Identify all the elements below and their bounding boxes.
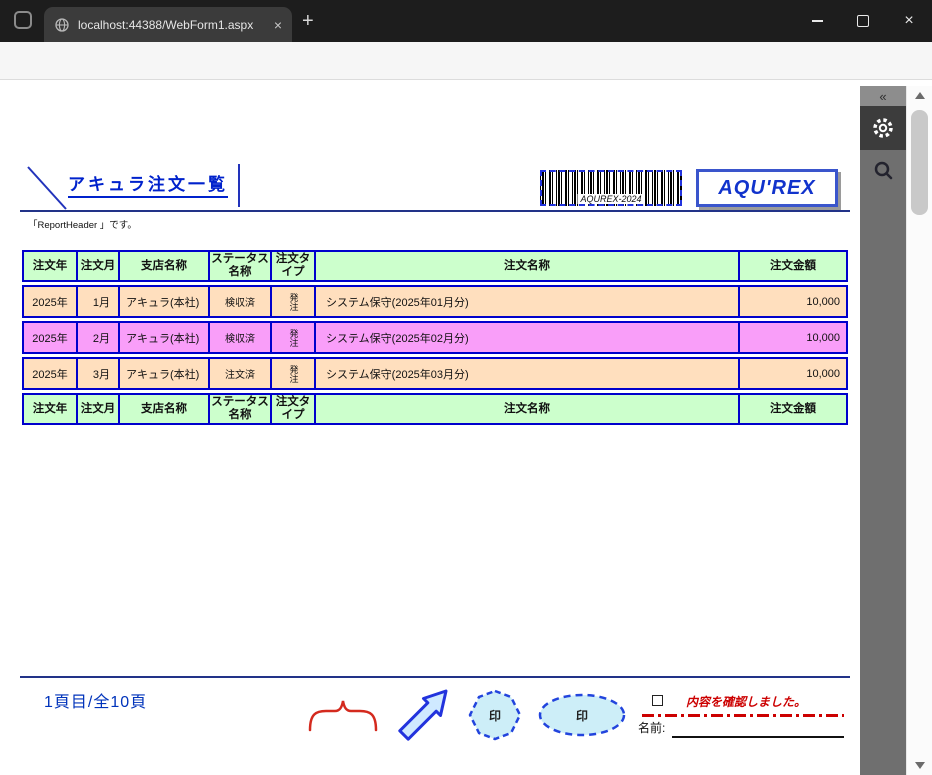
header-cell: 注文タイプ <box>272 395 316 423</box>
browser-tab[interactable]: localhost:44388/WebForm1.aspx × <box>44 7 292 42</box>
cell-order-name: システム保守(2025年01月分) <box>316 287 740 316</box>
tab-actions-icon[interactable] <box>14 11 32 29</box>
name-label: 名前: <box>638 721 666 735</box>
window-controls: × <box>794 0 932 42</box>
cell-branch: アキュラ(本社) <box>120 359 210 388</box>
table-row: 2025年 1月 アキュラ(本社) 検収済 発注 システム保守(2025年01月… <box>22 285 848 318</box>
table-header-row: 注文年 注文月 支店名称 ステータス名称 注文タイプ 注文名称 注文金額 <box>22 250 848 282</box>
search-icon <box>874 161 893 180</box>
barcode: AQUREX-2024 <box>540 170 682 206</box>
confirm-label: 内容を確認しました。 <box>686 695 807 709</box>
report-header-note: 「ReportHeader 」です。 <box>28 220 137 231</box>
cell-branch: アキュラ(本社) <box>120 287 210 316</box>
stamp-label: 印 <box>488 708 501 723</box>
cell-order-name: システム保守(2025年03月分) <box>316 359 740 388</box>
globe-favicon-icon <box>55 17 69 32</box>
header-cell: 支店名称 <box>120 252 210 280</box>
table-row: 2025年 3月 アキュラ(本社) 注文済 発注 システム保守(2025年03月… <box>22 357 848 390</box>
tab-close-icon[interactable]: × <box>274 18 282 32</box>
header-cell: 注文年 <box>24 395 78 423</box>
cell-year: 2025年 <box>24 287 78 316</box>
stamp-label: 印 <box>575 708 588 723</box>
cell-month: 3月 <box>78 359 120 388</box>
sidebar-collapse-icon[interactable]: « <box>860 86 906 106</box>
cell-order-type: 発注 <box>288 292 299 311</box>
order-table: 注文年 注文月 支店名称 ステータス名称 注文タイプ 注文名称 注文金額 202… <box>22 250 848 428</box>
confirm-checkbox <box>652 695 663 706</box>
table-row: 2025年 2月 アキュラ(本社) 検収済 発注 システム保守(2025年02月… <box>22 321 848 354</box>
footer-rule <box>20 676 850 678</box>
barcode-label: AQUREX-2024 <box>577 194 645 204</box>
cell-order-name: システム保守(2025年02月分) <box>316 323 740 352</box>
report-title: アキュラ注文一覧 <box>68 170 228 198</box>
cell-year: 2025年 <box>24 359 78 388</box>
header-cell: 注文タイプ <box>272 252 316 280</box>
report-viewer-toolbar: 1 of 10 ページ全体 <box>0 88 860 220</box>
header-cell: 注文月 <box>78 395 120 423</box>
header-cell: ステータス名称 <box>210 252 272 280</box>
cell-amount: 10,000 <box>806 331 840 344</box>
new-tab-button[interactable]: + <box>302 9 314 33</box>
header-cell: 支店名称 <box>120 395 210 423</box>
arrow-shape <box>398 689 448 741</box>
company-logo: AQU'REX <box>696 169 838 207</box>
header-diagonal-line <box>27 166 67 210</box>
cell-status: 注文済 <box>210 359 272 388</box>
window-minimize-button[interactable] <box>794 0 840 42</box>
settings-gear-button[interactable] <box>860 106 906 150</box>
stamp-hexagon: 印 <box>466 688 524 742</box>
table-footer-header-row: 注文年 注文月 支店名称 ステータス名称 注文タイプ 注文名称 注文金額 <box>22 393 848 425</box>
signature-dash-line <box>642 714 844 717</box>
header-cell: 注文年 <box>24 252 78 280</box>
cell-branch: アキュラ(本社) <box>120 323 210 352</box>
stamp-ellipse: 印 <box>536 691 628 739</box>
tab-title: localhost:44388/WebForm1.aspx <box>78 17 254 32</box>
cell-status: 検収済 <box>210 287 272 316</box>
header-cell: 注文金額 <box>770 259 816 272</box>
report-page: アキュラ注文一覧 AQUREX-2024 AQU'REX 「ReportHead… <box>20 155 852 755</box>
viewer-sidebar: « <box>860 86 906 775</box>
header-cell: 注文名称 <box>316 252 740 280</box>
browser-titlebar: localhost:44388/WebForm1.aspx × + × <box>0 0 932 42</box>
cell-status: 検収済 <box>210 323 272 352</box>
vertical-scrollbar[interactable] <box>906 86 932 775</box>
header-rule <box>20 210 850 212</box>
page-number-footer: 1頁目/全10頁 <box>44 694 148 711</box>
sidebar-search-button[interactable] <box>860 150 906 190</box>
header-cell: 注文金額 <box>770 402 816 415</box>
header-cell: 注文月 <box>78 252 120 280</box>
gear-icon <box>873 118 893 138</box>
scrollbar-thumb[interactable] <box>911 110 928 215</box>
header-separator-line <box>238 164 240 207</box>
cell-month: 2月 <box>78 323 120 352</box>
red-brace-shape <box>308 700 378 732</box>
cell-amount: 10,000 <box>806 295 840 308</box>
name-underline <box>672 736 844 738</box>
header-cell: ステータス名称 <box>210 395 272 423</box>
cell-year: 2025年 <box>24 323 78 352</box>
cell-order-type: 発注 <box>288 328 299 347</box>
window-close-button[interactable]: × <box>886 0 932 42</box>
cell-order-type: 発注 <box>288 364 299 383</box>
scroll-up-icon[interactable] <box>915 92 925 99</box>
cell-amount: 10,000 <box>806 367 840 380</box>
browser-toolbar: https://localhost:44388/WebForm1.aspx A <box>0 42 932 118</box>
scroll-down-icon[interactable] <box>915 762 925 769</box>
window-maximize-button[interactable] <box>840 0 886 42</box>
header-cell: 注文名称 <box>316 395 740 423</box>
browser-window: localhost:44388/WebForm1.aspx × + × http… <box>0 0 932 775</box>
cell-month: 1月 <box>78 287 120 316</box>
